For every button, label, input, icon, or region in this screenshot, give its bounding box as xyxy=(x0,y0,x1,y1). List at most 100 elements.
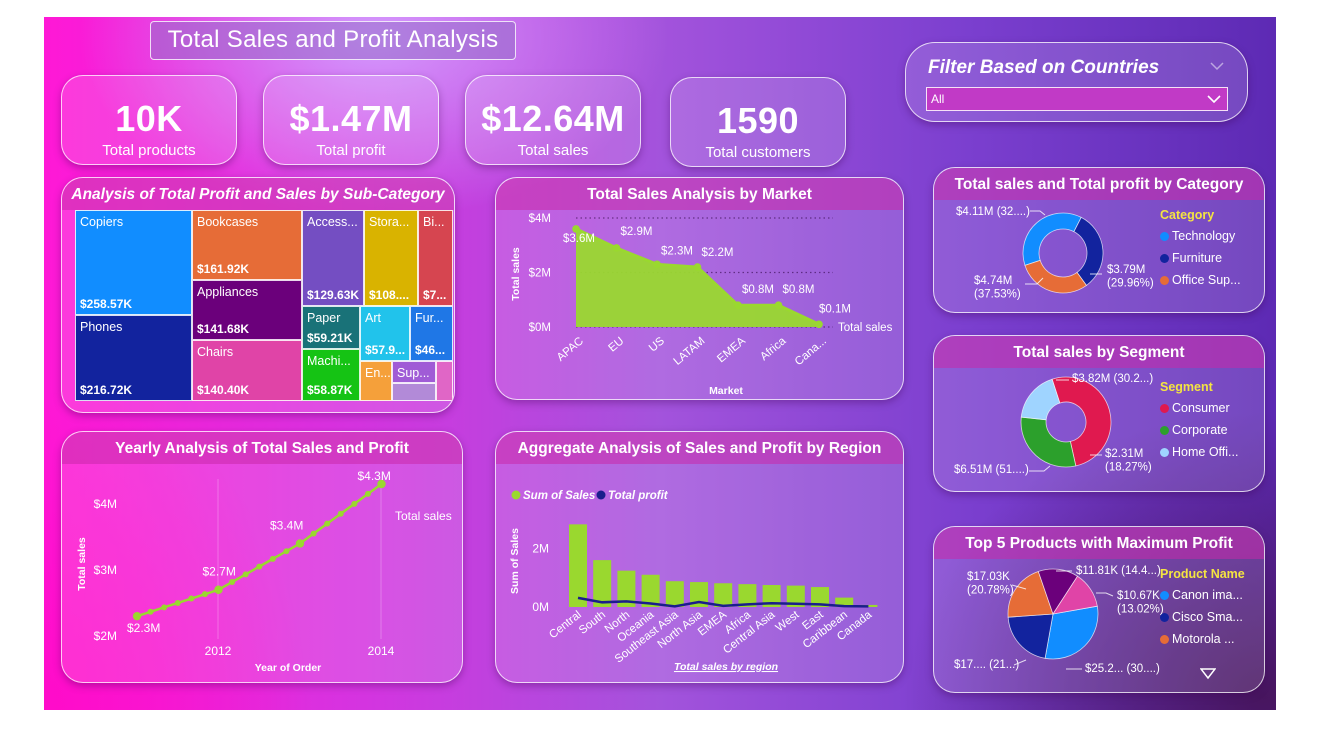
treemap-cell-label: Access... xyxy=(307,215,358,229)
legend-dot xyxy=(1160,403,1169,413)
data-point xyxy=(815,320,823,329)
treemap-cell-value: $216.72K xyxy=(80,383,133,397)
panel-title: Yearly Analysis of Total Sales and Profi… xyxy=(62,432,462,464)
region-bar-chart: Sum of Sales Total profit 2M 0MCentralSouth… xyxy=(509,490,878,673)
legend-item-technology[interactable]: Technology xyxy=(1160,229,1241,243)
treemap-cell[interactable]: Chairs $140.40K xyxy=(192,340,302,401)
pie-slice xyxy=(1007,613,1054,659)
pie-slice xyxy=(1020,378,1061,421)
data-point xyxy=(214,585,223,594)
country-dropdown[interactable]: All xyxy=(926,87,1228,111)
panel-title: Analysis of Total Profit and Sales by Su… xyxy=(62,178,454,210)
slice-data-label: $4.74M (37.53%) xyxy=(974,275,1021,301)
y-axis-title: Sum of Sales xyxy=(509,528,521,594)
treemap-cell-value: $161.92K xyxy=(197,262,250,276)
leader-line xyxy=(1030,210,1046,216)
slicer-collapse-icon[interactable] xyxy=(1209,61,1225,71)
data-point xyxy=(147,608,154,615)
treemap-cell[interactable]: En... xyxy=(360,361,392,401)
treemap-panel: Analysis of Total Profit and Sales by Su… xyxy=(61,177,455,413)
treemap-cell[interactable]: Access... $129.63K xyxy=(302,210,364,306)
y-axis-title: Total sales xyxy=(76,537,88,591)
treemap-cell[interactable]: Appliances $141.68K xyxy=(192,280,302,340)
kpi-label: Total profit xyxy=(316,142,386,159)
legend-item-cisco[interactable]: Cisco Sma... xyxy=(1160,610,1245,624)
treemap-cell[interactable]: Stora... $108.... xyxy=(364,210,418,306)
segment-legend: Segment Consumer Corporate Home Offi... xyxy=(1160,380,1238,467)
panel-title: Total sales and Total profit by Category xyxy=(934,168,1264,200)
treemap-cell[interactable]: Phones $216.72K xyxy=(75,315,192,401)
slice-data-label: $17.... (21...) xyxy=(954,659,1019,671)
treemap-cell-value: $141.68K xyxy=(197,322,250,336)
legend-item-consumer[interactable]: Consumer xyxy=(1160,401,1238,415)
category-donut-panel: Total sales and Total profit by Category… xyxy=(933,167,1265,313)
treemap-cell-label: Appliances xyxy=(197,285,259,299)
data-point xyxy=(774,301,783,309)
legend-label: Total profit xyxy=(608,490,669,502)
treemap-cell[interactable]: Art $57.9... xyxy=(360,306,410,361)
legend-item-motorola[interactable]: Motorola ... xyxy=(1160,632,1245,646)
data-point xyxy=(612,244,621,252)
yearly-analysis-panel: Yearly Analysis of Total Sales and Profi… xyxy=(61,431,463,683)
x-axis-title: Year of Order xyxy=(255,662,322,674)
legend-item-canon[interactable]: Canon ima... xyxy=(1160,588,1245,602)
pie-slice xyxy=(1024,259,1087,294)
treemap-cell-label: Chairs xyxy=(197,345,234,359)
data-point xyxy=(324,520,331,527)
legend-title: Category xyxy=(1160,208,1215,222)
treemap-cell-label: En... xyxy=(365,366,391,380)
y-tick-label: 2M xyxy=(532,541,549,555)
x-tick-label: APAC xyxy=(555,335,586,364)
legend-item-home-office[interactable]: Home Offi... xyxy=(1160,445,1238,459)
treemap-cell[interactable] xyxy=(392,383,436,401)
kpi-card-total-profit: $1.47M Total profit xyxy=(263,75,439,165)
treemap-cell[interactable] xyxy=(436,361,453,401)
data-point xyxy=(132,611,142,621)
treemap-cell[interactable]: Sup... xyxy=(392,361,436,383)
x-tick-label: Cana... xyxy=(793,335,829,368)
kpi-value: 10K xyxy=(115,98,183,139)
treemap-cell-label: Paper xyxy=(307,311,341,325)
dashboard-canvas: Total Sales and Profit Analysis 10K Tota… xyxy=(44,17,1276,710)
x-tick-label: West xyxy=(774,608,803,634)
bar xyxy=(665,581,684,607)
treemap-cell-label: Fur... xyxy=(415,311,444,325)
panel-title: Total Sales Analysis by Market xyxy=(496,178,903,210)
slice-data-label: $11.81K (14.4...) xyxy=(1076,565,1161,577)
treemap-cell-value: $108.... xyxy=(369,288,410,302)
legend-item-furniture[interactable]: Furniture xyxy=(1160,251,1241,265)
x-tick-label: US xyxy=(647,335,667,355)
legend-label: Furniture xyxy=(1172,251,1223,265)
kpi-label: Total sales xyxy=(517,142,589,159)
treemap-cell[interactable]: Copiers $258.57K xyxy=(75,210,192,315)
page-title: Total Sales and Profit Analysis xyxy=(150,21,516,60)
treemap-cell-label: Art xyxy=(365,311,381,325)
data-label: $3.4M xyxy=(270,518,303,532)
treemap-cell[interactable]: Bi... $7... xyxy=(418,210,453,306)
legend-item-corporate[interactable]: Corporate xyxy=(1160,423,1238,437)
subcategory-treemap: Copiers $258.57K Phones $216.72K Bookcases $1… xyxy=(75,210,453,401)
y-tick-label: $2M xyxy=(94,629,117,643)
legend-item-office-supplies[interactable]: Office Sup... xyxy=(1160,273,1241,287)
data-point xyxy=(229,579,236,586)
treemap-cell[interactable]: Fur... $46... xyxy=(410,306,453,361)
y-tick-label: $4M xyxy=(94,497,117,511)
area-fill xyxy=(576,228,819,327)
segment-donut-panel: Total sales by Segment $3.82M (30.2...) $… xyxy=(933,335,1265,492)
treemap-cell-value: $258.57K xyxy=(80,297,133,311)
treemap-cell-value: $57.9... xyxy=(365,343,406,357)
legend-scroll-down-icon[interactable] xyxy=(1200,668,1216,680)
data-point xyxy=(283,548,290,555)
treemap-cell[interactable]: Paper $59.21K xyxy=(302,306,360,349)
slice-data-label: $17.03K (20.78%) xyxy=(967,571,1014,597)
region-analysis-panel: Aggregate Analysis of Sales and Profit b… xyxy=(495,431,904,683)
country-filter-slicer: Filter Based on Countries All xyxy=(905,42,1248,122)
y-tick-label: 0M xyxy=(532,600,549,614)
y-axis-title: Total sales xyxy=(510,247,522,301)
market-area-chart: $0M $2M $4M $3.6M $2.9M $2.3M $2.2M $0.8M $0.8M $… xyxy=(510,213,893,397)
data-label: $2.9M xyxy=(621,226,653,238)
pie-slice xyxy=(1020,416,1077,468)
treemap-cell[interactable]: Bookcases $161.92K xyxy=(192,210,302,280)
data-point xyxy=(337,510,344,517)
treemap-cell[interactable]: Machi... $58.87K xyxy=(302,349,360,401)
